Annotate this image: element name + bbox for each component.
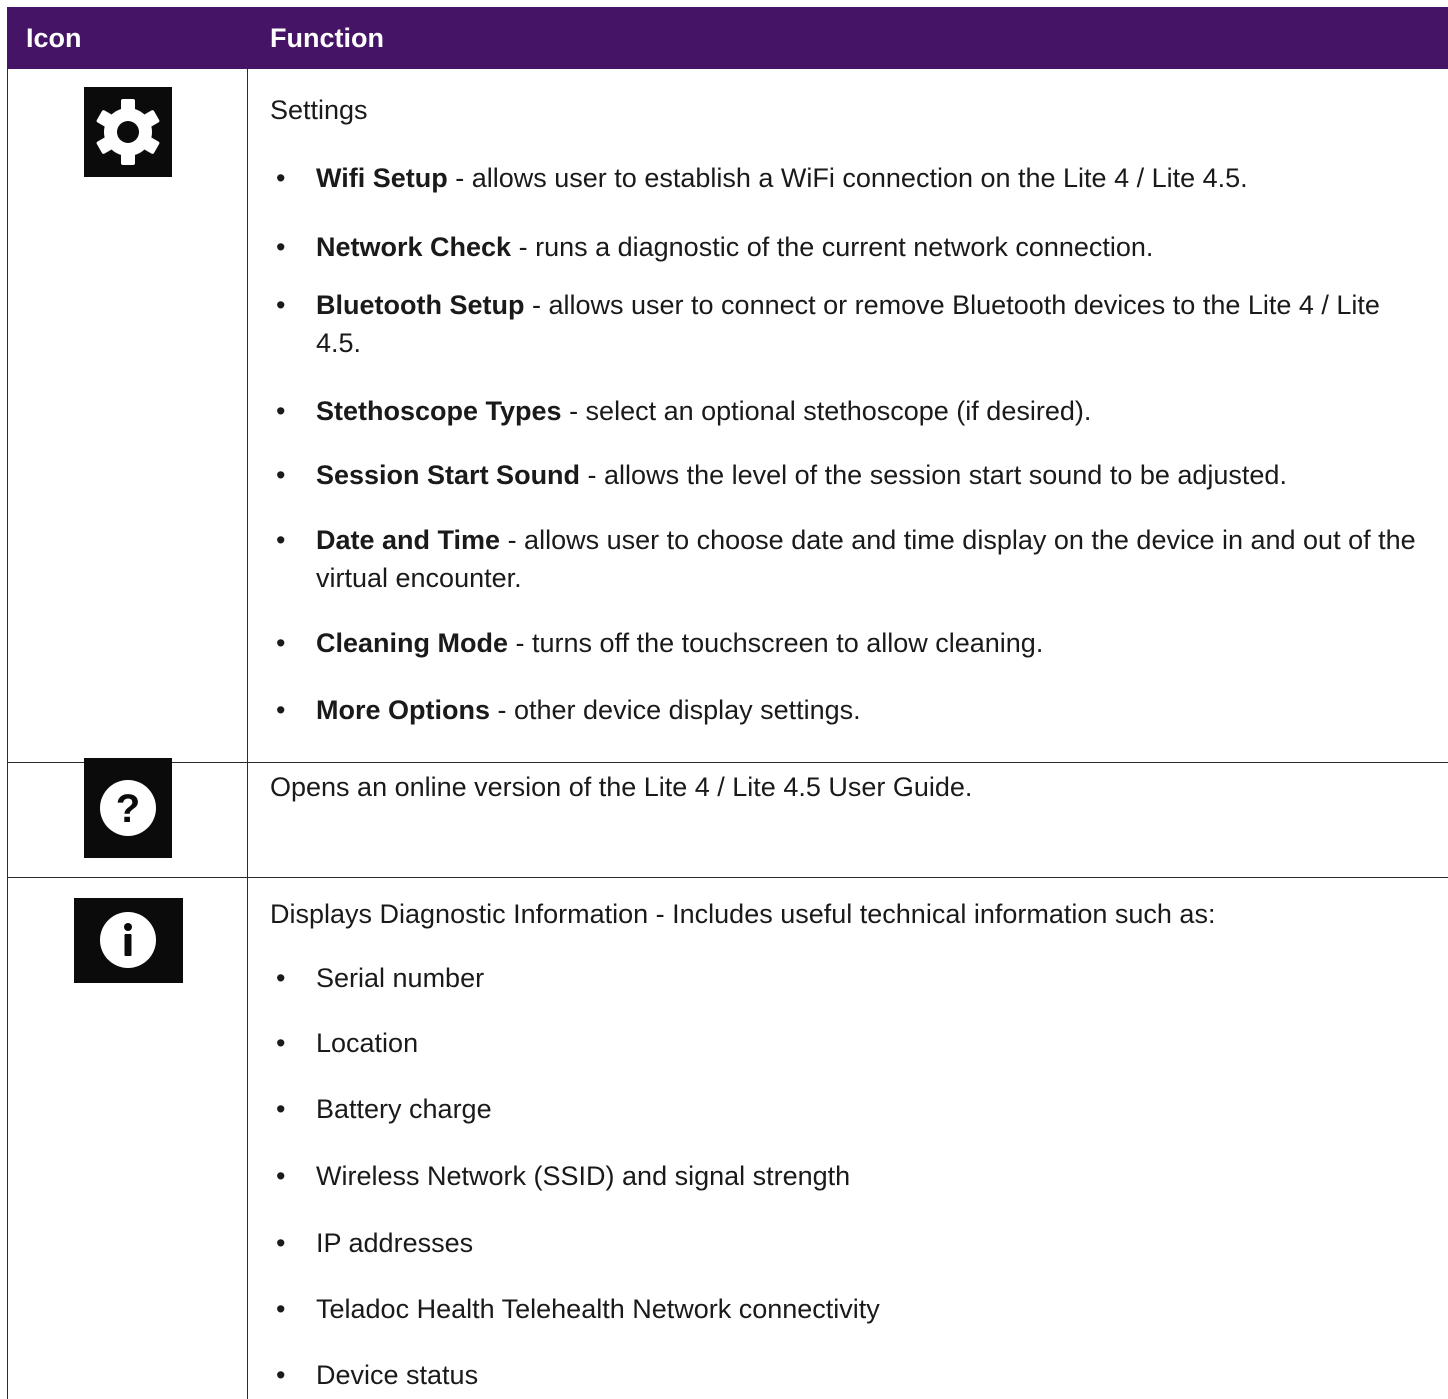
- bullet: •: [276, 163, 286, 193]
- item-term: Wifi Setup: [316, 163, 448, 193]
- table-header: Icon Function: [8, 7, 1448, 69]
- list-item: IP addresses: [316, 1228, 474, 1258]
- list-item: Serial number: [316, 963, 485, 993]
- list-item: More Options - other device display sett…: [316, 691, 1426, 729]
- list-item: Stethoscope Types - select an optional s…: [316, 392, 1426, 430]
- item-term: More Options: [316, 695, 490, 725]
- bullet: •: [276, 290, 286, 320]
- bullet: •: [276, 628, 286, 658]
- info-icon: [74, 898, 183, 983]
- bullet: •: [276, 695, 286, 725]
- list-item: Device status: [316, 1360, 479, 1390]
- list-item: Teladoc Health Telehealth Network connec…: [316, 1294, 880, 1324]
- list-item: Session Start Sound - allows the level o…: [316, 456, 1426, 494]
- item-description: - allows user to establish a WiFi connec…: [447, 163, 1248, 193]
- bullet: •: [276, 1161, 286, 1191]
- help-icon: ?: [84, 758, 172, 858]
- list-item: Bluetooth Setup - allows user to connect…: [316, 286, 1426, 362]
- bullet: •: [276, 232, 286, 262]
- row-divider: [8, 877, 1448, 878]
- item-description: - allows the level of the session start …: [580, 460, 1287, 490]
- bullet: •: [276, 1294, 286, 1324]
- item-term: Session Start Sound: [316, 460, 581, 490]
- bullet: •: [276, 1094, 286, 1124]
- item-description: - runs a diagnostic of the current netwo…: [511, 232, 1154, 262]
- bullet: •: [276, 396, 286, 426]
- item-term: Stethoscope Types: [316, 396, 562, 426]
- item-term: Cleaning Mode: [316, 628, 509, 658]
- item-term: Date and Time: [316, 525, 501, 555]
- settings-title: Settings: [270, 95, 368, 125]
- column-divider: [247, 69, 248, 1399]
- bullet: •: [276, 963, 286, 993]
- item-description: - other device display settings.: [490, 695, 861, 725]
- help-description: Opens an online version of the Lite 4 / …: [270, 772, 973, 802]
- row-divider: [8, 762, 1448, 763]
- bullet: •: [276, 1360, 286, 1390]
- bullet: •: [276, 1028, 286, 1058]
- list-item: Wifi Setup - allows user to establish a …: [316, 159, 1426, 197]
- info-description: Displays Diagnostic Information - Includ…: [270, 899, 1216, 929]
- list-item: Location: [316, 1028, 419, 1058]
- bullet: •: [276, 460, 286, 490]
- item-description: - select an optional stethoscope (if des…: [561, 396, 1092, 426]
- item-term: Bluetooth Setup: [316, 290, 525, 320]
- header-function-label: Function: [270, 23, 384, 53]
- item-description: - turns off the touchscreen to allow cle…: [508, 628, 1044, 658]
- gear-icon: [84, 87, 172, 177]
- list-item: Date and Time - allows user to choose da…: [316, 521, 1426, 597]
- icon-function-table: Icon Function Settings • Wifi Setup - al…: [7, 7, 1448, 1399]
- list-item: Wireless Network (SSID) and signal stren…: [316, 1161, 851, 1191]
- bullet: •: [276, 1228, 286, 1258]
- header-icon-label: Icon: [26, 23, 82, 53]
- list-item: Battery charge: [316, 1094, 492, 1124]
- list-item: Cleaning Mode - turns off the touchscree…: [316, 624, 1426, 662]
- list-item: Network Check - runs a diagnostic of the…: [316, 228, 1426, 266]
- item-term: Network Check: [316, 232, 512, 262]
- svg-text:?: ?: [116, 787, 140, 831]
- bullet: •: [276, 525, 286, 555]
